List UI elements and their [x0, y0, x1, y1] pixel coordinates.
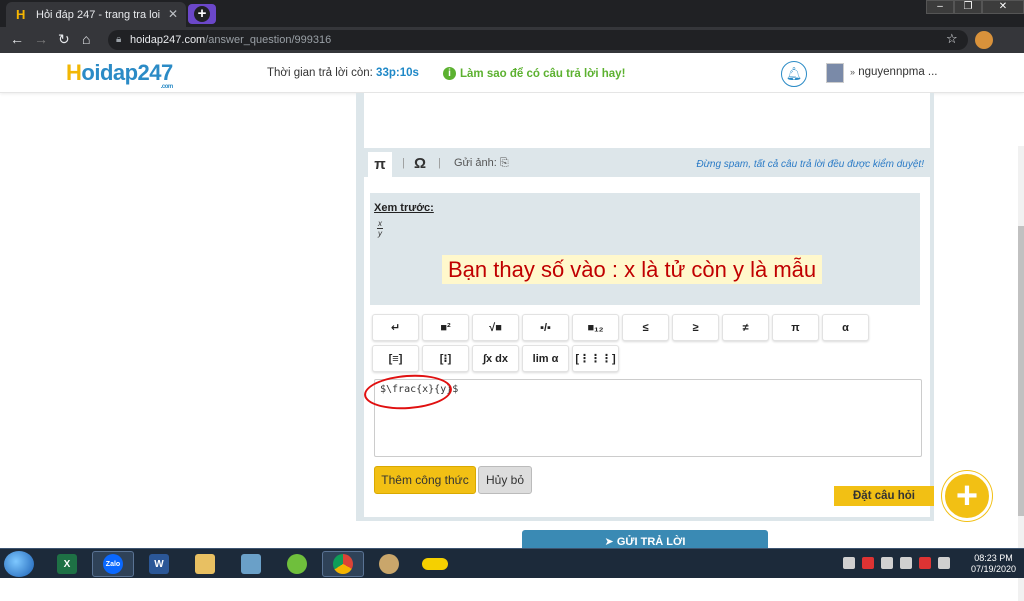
submit-answer-button[interactable]: ➤ GỬI TRẢ LỜI [522, 530, 768, 548]
formula-preview: Xem trước: x y Bạn thay số vào : x là tử… [370, 193, 920, 305]
spam-notice: Đừng spam, tất cả câu trả lời đều được k… [696, 159, 924, 170]
math-insert-button[interactable]: [⁝] [422, 345, 469, 372]
browser-tab-bar: H Hỏi đáp 247 - trang tra loi ✕ + – ❐ ✕ [0, 0, 1024, 27]
math-insert-button[interactable]: ■² [422, 314, 469, 341]
ask-question-label[interactable]: Đặt câu hỏi [834, 486, 934, 506]
site-header: Hoidap247 .com Thời gian trả lời còn: 33… [0, 53, 1024, 93]
answer-timer: Thời gian trả lời còn: 33p:10s [267, 67, 419, 79]
info-icon: i [443, 67, 456, 80]
preview-fraction: x y [377, 219, 383, 238]
minimize-button[interactable]: – [926, 0, 954, 14]
zalo-taskbar-icon[interactable]: Zalo [92, 551, 134, 577]
new-tab-button[interactable]: + [188, 4, 216, 24]
add-formula-button[interactable]: Thêm công thức [374, 466, 476, 494]
math-insert-button[interactable]: [⋮⋮⋮] [572, 345, 619, 372]
system-tray [843, 557, 950, 569]
browser-toolbar: ← → ↻ ⌂ 🔒︎ hoidap247.com/answer_question… [0, 27, 1024, 73]
math-buttons-row-2: [≡] [⁝] ∫x dx lim α [⋮⋮⋮] [372, 345, 619, 372]
preview-label: Xem trước: [374, 202, 434, 214]
volume-icon[interactable] [938, 557, 950, 569]
latex-input[interactable]: $\frac{x}{y}$ [374, 379, 922, 457]
notification-bell-icon[interactable]: 🔔︎ [781, 61, 807, 87]
site-favicon-icon: H [16, 7, 26, 22]
close-tab-icon[interactable]: ✕ [168, 7, 178, 21]
math-insert-button[interactable]: lim α [522, 345, 569, 372]
windows-taskbar: X Zalo W 08:23 PM 07/19/2020 [0, 548, 1024, 578]
tray-icon[interactable] [919, 557, 931, 569]
forward-icon[interactable]: → [34, 31, 48, 47]
tray-icon[interactable] [843, 557, 855, 569]
chrome-taskbar-icon[interactable] [322, 551, 364, 577]
answer-column: π | Ω | Gửi ảnh: ⎘ Đừng spam, tất cả câu… [356, 93, 934, 521]
bookmark-star-icon[interactable]: ☆ [946, 31, 958, 47]
math-insert-button[interactable]: ≤ [622, 314, 669, 341]
url-host: hoidap247.com [130, 34, 206, 46]
question-box [364, 93, 930, 148]
page-scrollbar[interactable] [1018, 146, 1024, 601]
math-insert-button[interactable]: [≡] [372, 345, 419, 372]
scrollbar-thumb[interactable] [1018, 226, 1024, 516]
cancel-button[interactable]: Hủy bỏ [478, 466, 532, 494]
math-insert-button[interactable]: ■₁₂ [572, 314, 619, 341]
notes-taskbar-icon[interactable] [230, 551, 272, 577]
editor-toolbar: π | Ω | Gửi ảnh: ⎘ Đừng spam, tất cả câu… [364, 151, 930, 177]
system-clock[interactable]: 08:23 PM 07/19/2020 [971, 553, 1016, 575]
paperclip-icon: ⎘ [499, 157, 509, 169]
omega-symbols-button[interactable]: Ω [414, 155, 426, 172]
tray-icon[interactable] [900, 557, 912, 569]
coccoc-taskbar-icon[interactable] [276, 551, 318, 577]
url-path: /answer_question/999316 [205, 34, 332, 46]
browser-tab[interactable]: H Hỏi đáp 247 - trang tra loi ✕ [6, 2, 186, 27]
user-avatar[interactable] [826, 63, 844, 83]
formula-editor: Xem trước: x y Bạn thay số vào : x là tử… [362, 177, 930, 517]
tray-icon[interactable] [862, 557, 874, 569]
math-mode-button[interactable]: π [368, 152, 392, 177]
math-buttons-row-1: ↵ ■² √■ ▪/▪ ■₁₂ ≤ ≥ ≠ π α [372, 314, 869, 341]
paint-taskbar-icon[interactable] [368, 551, 410, 577]
chevron-down-icon: » [850, 67, 856, 77]
address-bar[interactable]: 🔒︎ hoidap247.com/answer_question/999316 [108, 30, 968, 50]
back-icon[interactable]: ← [10, 31, 24, 47]
profile-avatar[interactable] [975, 31, 993, 49]
start-button[interactable] [4, 551, 34, 577]
math-insert-button[interactable]: ▪/▪ [522, 314, 569, 341]
close-window-button[interactable]: ✕ [982, 0, 1024, 14]
home-icon[interactable]: ⌂ [82, 31, 90, 47]
lock-icon: 🔒︎ [116, 34, 122, 45]
math-insert-button[interactable]: ∫x dx [472, 345, 519, 372]
annotation-hint: Bạn thay số vào : x là tử còn y là mẫu [442, 255, 823, 284]
window-controls: – ❐ ✕ [926, 0, 1024, 14]
crayola-taskbar-icon[interactable] [414, 551, 456, 577]
send-icon: ➤ [604, 536, 614, 548]
site-page: Hoidap247 .com Thời gian trả lời còn: 33… [0, 53, 1024, 601]
user-menu[interactable]: » nguyennpma ... [850, 66, 938, 78]
plus-icon: + [194, 6, 210, 22]
math-insert-button[interactable]: ≠ [722, 314, 769, 341]
site-logo[interactable]: Hoidap247 .com [66, 60, 173, 90]
tab-title: Hỏi đáp 247 - trang tra loi [36, 8, 161, 21]
restore-button[interactable]: ❐ [954, 0, 982, 14]
howto-link[interactable]: i Làm sao để có câu trả lời hay! [443, 67, 625, 80]
ask-question-plus-button[interactable]: + [942, 471, 992, 521]
math-insert-button[interactable]: √■ [472, 314, 519, 341]
math-insert-button[interactable]: α [822, 314, 869, 341]
math-insert-button[interactable]: ↵ [372, 314, 419, 341]
explorer-taskbar-icon[interactable] [184, 551, 226, 577]
math-insert-button[interactable]: π [772, 314, 819, 341]
reload-icon[interactable]: ↻ [58, 31, 70, 48]
word-taskbar-icon[interactable]: W [138, 551, 180, 577]
send-image-button[interactable]: Gửi ảnh: ⎘ [454, 157, 509, 170]
divider: | [402, 157, 405, 169]
tray-icon[interactable] [881, 557, 893, 569]
divider: | [438, 157, 441, 169]
excel-taskbar-icon[interactable]: X [46, 551, 88, 577]
math-insert-button[interactable]: ≥ [672, 314, 719, 341]
